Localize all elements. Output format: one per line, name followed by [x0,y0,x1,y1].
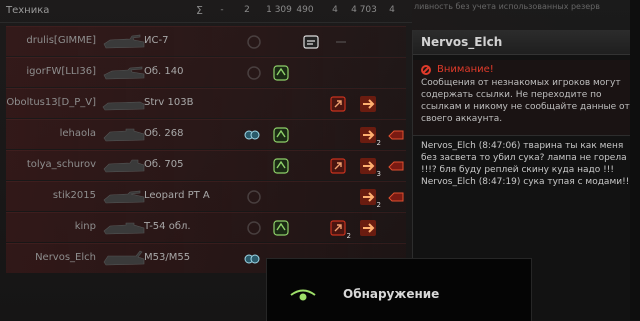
assist-icon [247,35,261,49]
warning-text: Сообщения от незнакомых игроков могут со… [421,78,630,124]
eye-icon [290,289,316,301]
tank-icon [102,101,145,111]
fire-damage-icon [330,220,346,236]
detection-label: Обнаружение [343,287,440,301]
table-row[interactable]: Oboltus13[D_P_V] Strv 103B [6,88,406,118]
header-sigma[interactable]: Σ [196,4,203,17]
kill-cell: 2 [358,187,381,209]
fire-damage-icon [330,158,346,174]
header-col-7[interactable]: 4 [375,5,409,15]
tank-icon [103,34,145,49]
kill-arrow-icon [360,189,376,205]
player-name: Oboltus13[D_P_V] [6,97,96,108]
player-name: kinp [74,221,96,232]
vehicle-name: Leopard PT A [144,190,210,201]
table-row[interactable]: tolya_schurov Об. 705 3 [6,150,406,180]
table-row[interactable]: lehaola Об. 268 2 [6,119,406,149]
table-header: Техника Σ - 2 1 309 490 4 4 703 4 [0,0,412,23]
header-col-4[interactable]: 490 [288,5,322,15]
kill-arrow-icon [360,127,376,143]
tank-icon [103,190,145,204]
background-caption: ливность без учета использованных резерв [414,2,600,11]
assist-icon [247,66,261,80]
kill-cell: 2 [358,125,381,147]
scrollbar-track[interactable] [630,0,640,320]
count-badge: 2 [346,232,351,240]
vehicle-name: Об. 140 [144,66,184,77]
vehicle-name: Strv 103B [144,97,194,108]
tank-icon [103,250,145,266]
count-badge: 2 [376,201,381,209]
chat-message: Nervos_Elch (8:47:06) тварина ты как мен… [421,141,627,175]
spot-icon [273,158,289,174]
player-name: Nervos_Elch [35,252,96,263]
damage-icon [336,41,346,43]
crit-damage-icon [388,130,404,140]
tank-icon [103,222,145,235]
crit-damage-icon [388,192,404,202]
table-row[interactable]: drulis[GIMME] ИС-7 [6,26,406,56]
assist-radio-icon [244,254,260,264]
player-name: stik2015 [52,190,96,201]
assist-icon [247,221,261,235]
table-row[interactable]: stik2015 Leopard PT A 2 [6,181,406,211]
count-badge: 3 [376,170,381,178]
header-vehicle[interactable]: Техника [6,5,49,16]
tank-icon [103,128,145,142]
table-row[interactable]: kinp T-54 обл. 2 [6,212,406,242]
player-name: igorFW[LLI36] [26,66,96,77]
chat-message: Nervos_Elch (8:47:19) сука тупая с модам… [421,177,633,187]
detection-notification: Обнаружение [266,258,532,321]
vehicle-name: Об. 268 [144,128,184,139]
kill-arrow-icon [360,96,376,112]
header-col-2[interactable]: 2 [230,5,264,15]
vehicle-name: Об. 705 [144,159,184,170]
spot-icon [273,220,289,236]
kill-arrow-icon [360,158,376,174]
player-name: tolya_schurov [26,159,96,170]
warning-icon [421,65,431,75]
tank-icon [103,159,145,173]
assist-icon [247,190,261,204]
divider [413,135,640,136]
table-row[interactable]: igorFW[LLI36] Об. 140 [6,57,406,87]
kill-arrow-icon [360,220,376,236]
spot-icon [273,65,289,81]
player-name: drulis[GIMME] [26,35,96,46]
kill-cell: 3 [358,156,381,178]
crit-damage-icon [388,161,404,171]
tank-icon [103,66,145,80]
vehicle-name: T-54 обл. [144,221,191,232]
count-badge: 2 [376,139,381,147]
player-name: lehaola [59,128,96,139]
fire-damage-icon [330,96,346,112]
chat-header[interactable]: Nervos_Elch [413,30,640,55]
armor-icon [303,35,319,49]
assist-radio-icon [244,130,260,140]
vehicle-name: ИС-7 [144,35,169,46]
spot-icon [273,127,289,143]
fire-cell: 2 [328,218,351,240]
chat-title: Nervos_Elch [421,35,503,49]
message-list: Nervos_Elch (8:47:06) тварина ты как мен… [421,140,639,188]
warning-title: Внимание! [437,64,494,75]
warning-box: Внимание! Сообщения от незнакомых игроко… [413,60,640,136]
vehicle-name: M53/M55 [144,252,191,263]
